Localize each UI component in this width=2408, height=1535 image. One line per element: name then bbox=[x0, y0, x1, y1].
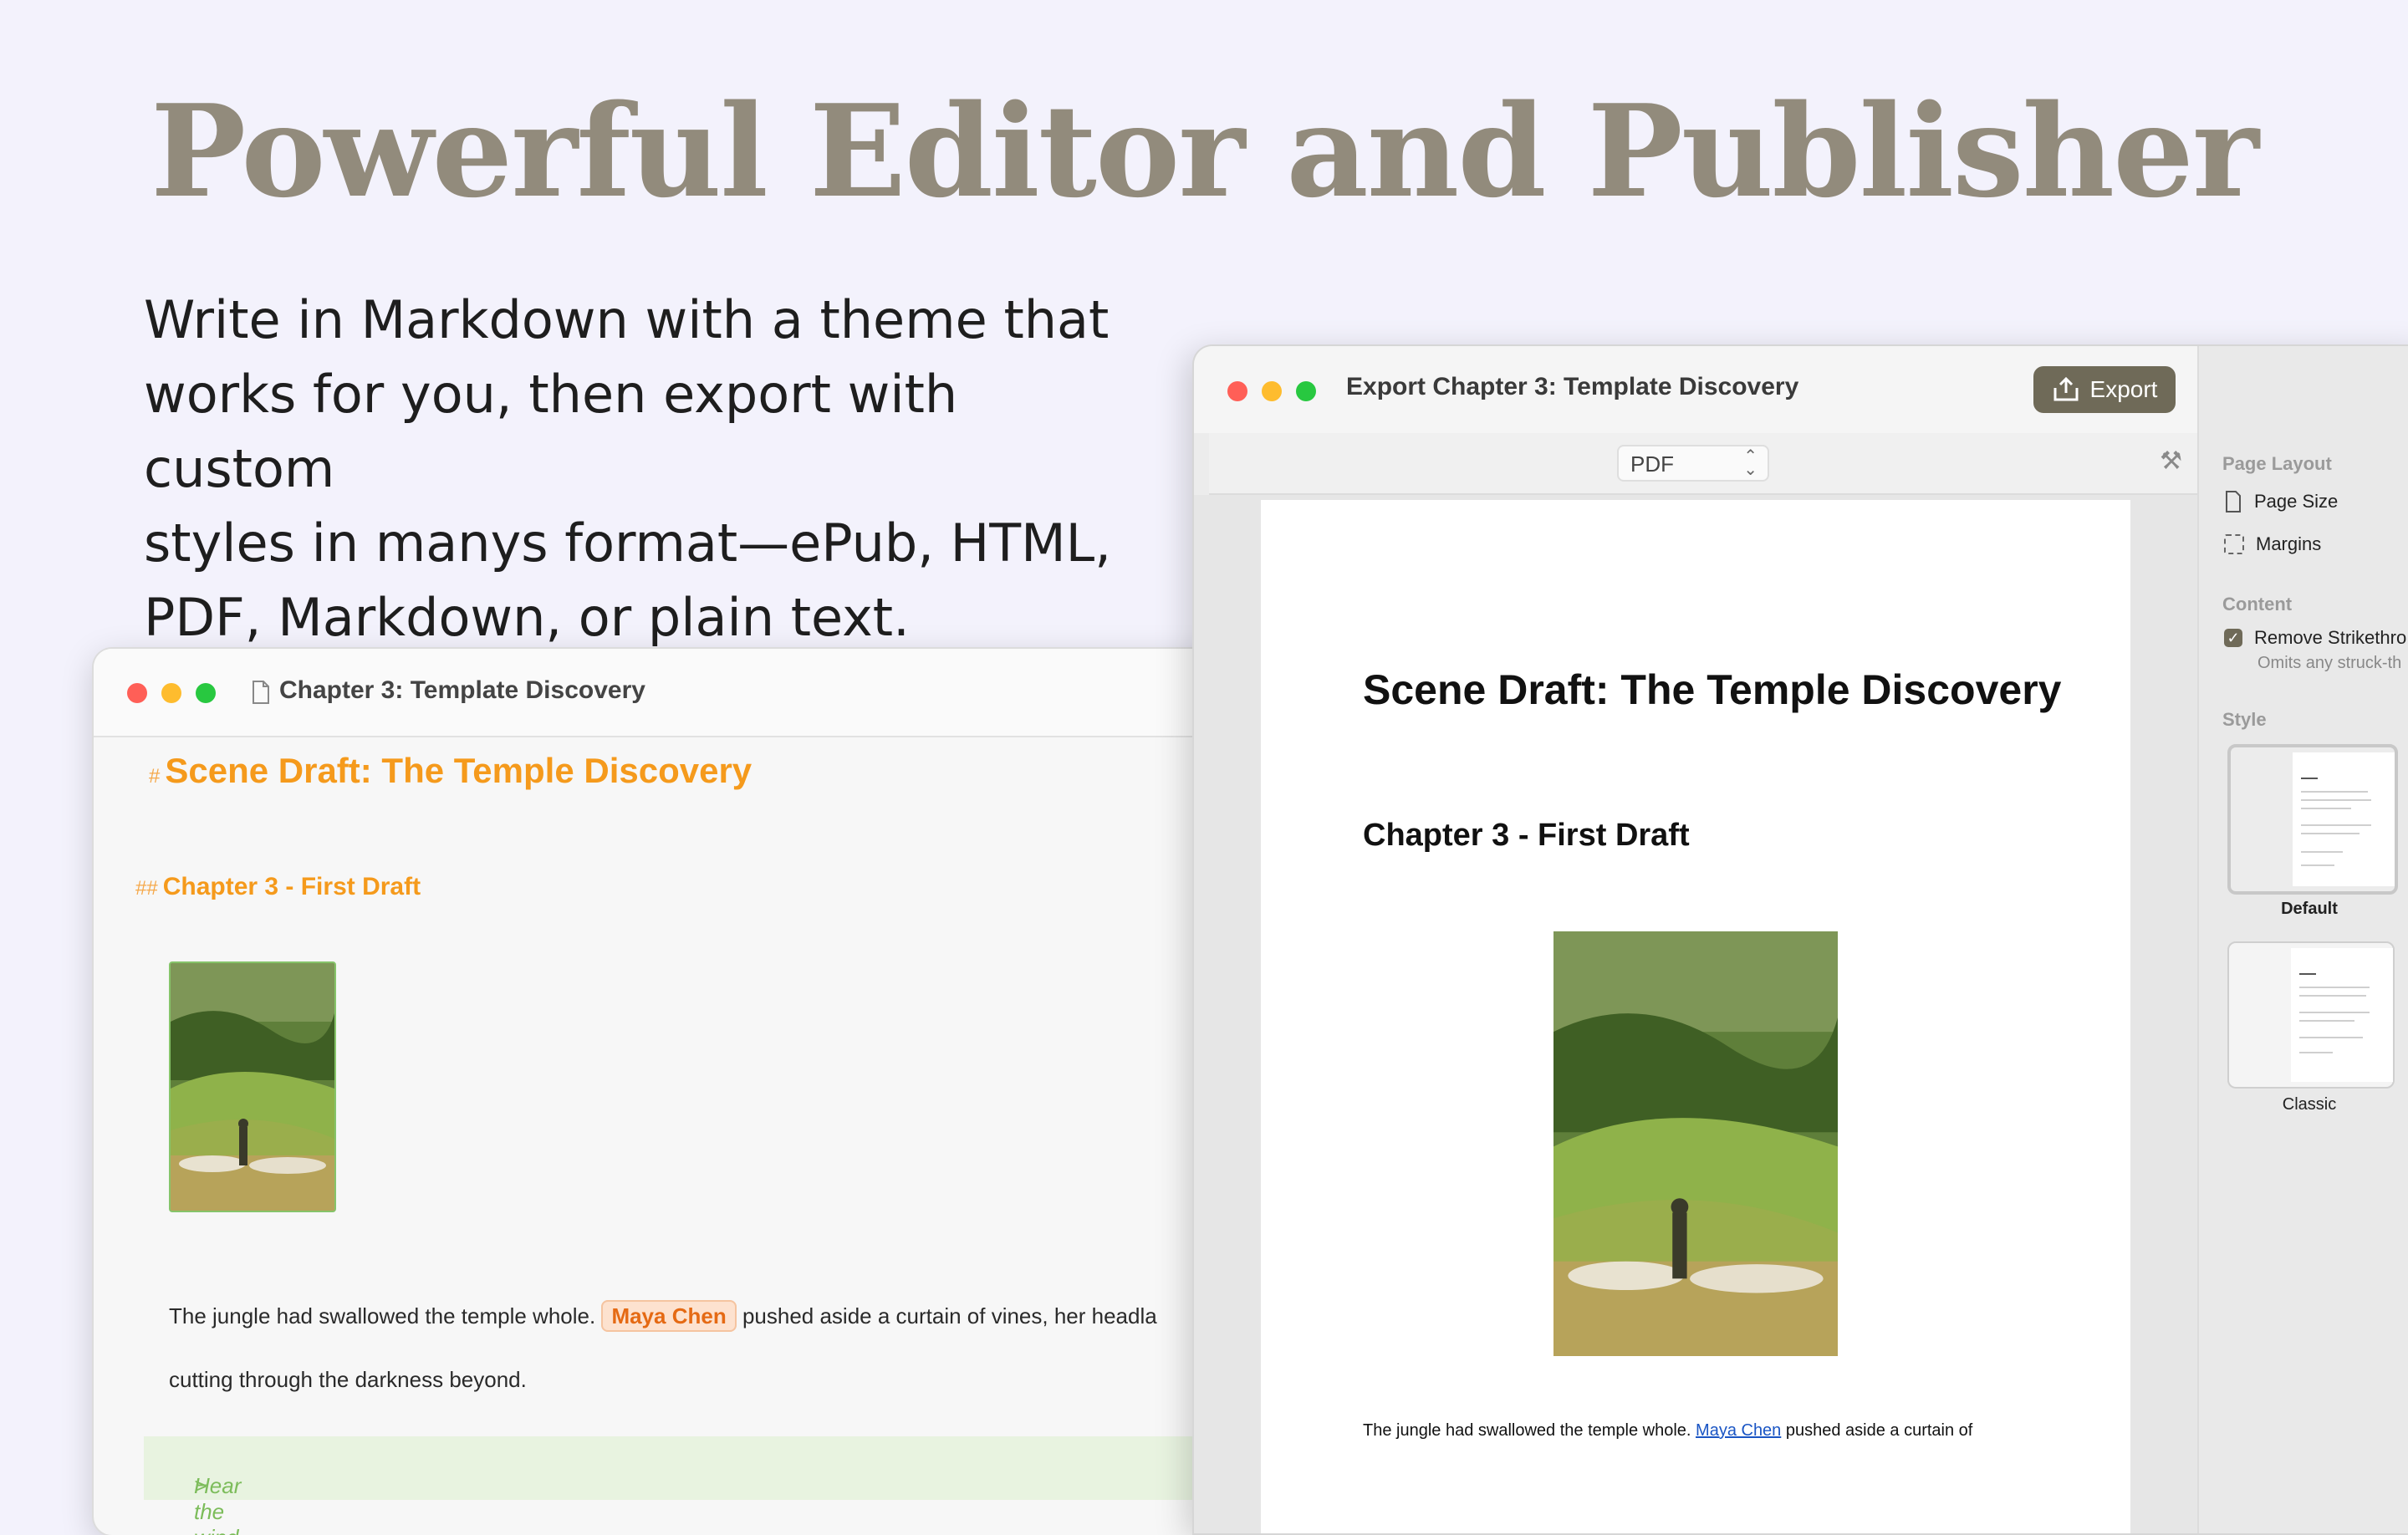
preview-heading-1: Scene Draft: The Temple Discovery bbox=[1363, 666, 2062, 713]
format-value: PDF bbox=[1630, 451, 1674, 477]
chevron-updown-icon: ⌃ ⌄ bbox=[1743, 447, 1758, 479]
format-select[interactable]: PDF ⌃ ⌄ bbox=[1617, 445, 1769, 482]
page-icon bbox=[2226, 491, 2241, 513]
page-layout-heading: Page Layout bbox=[2222, 453, 2332, 474]
editor-window-title: Chapter 3: Template Discovery bbox=[279, 676, 645, 704]
subtitle-line: Write in Markdown with a theme that bbox=[144, 289, 1110, 350]
margins-icon bbox=[2224, 534, 2244, 554]
preview-paragraph: The jungle had swallowed the temple whol… bbox=[1363, 1421, 1972, 1441]
checkbox-checked-icon[interactable]: ✓ bbox=[2224, 629, 2242, 647]
heading-text: Scene Draft: The Temple Discovery bbox=[165, 751, 752, 790]
page-size-label: Page Size bbox=[2254, 491, 2339, 512]
heading-marker: ## bbox=[135, 877, 158, 900]
style-preview-page bbox=[2293, 752, 2395, 886]
paragraph-line: The jungle had swallowed the temple whol… bbox=[169, 1284, 1157, 1348]
subtitle-line: styles in manys format—ePub, HTML, bbox=[144, 513, 1111, 574]
editor-image[interactable] bbox=[169, 961, 336, 1212]
export-toolbar: PDF ⌃ ⌄ ⚒ bbox=[1209, 433, 2197, 495]
landscape-image bbox=[171, 963, 334, 1211]
zoom-button[interactable] bbox=[196, 683, 216, 703]
remove-strikethrough-description: Omits any struck-th bbox=[2258, 654, 2402, 672]
heading-text: Chapter 3 - First Draft bbox=[162, 873, 421, 900]
style-thumbnail-default[interactable] bbox=[2227, 744, 2398, 895]
hammer-icon[interactable]: ⚒ bbox=[2160, 446, 2182, 476]
margins-label: Margins bbox=[2256, 533, 2322, 554]
style-label-classic: Classic bbox=[2282, 1095, 2337, 1114]
preview-area: Scene Draft: The Temple Discovery Chapte… bbox=[1194, 495, 2197, 1533]
minimize-button[interactable] bbox=[161, 683, 181, 703]
preview-image bbox=[1553, 931, 1838, 1356]
blockquote[interactable]: > Hear the wind hoel bbox=[144, 1436, 1264, 1535]
document-icon bbox=[253, 681, 269, 704]
markdown-heading-2[interactable]: ## Chapter 3 - First Draft bbox=[135, 873, 421, 901]
zoom-button[interactable] bbox=[1296, 381, 1316, 401]
editor-window: Chapter 3: Template Discovery # Scene Dra… bbox=[94, 649, 1264, 1535]
blockquote-text: > Hear the wind hoel bbox=[169, 1455, 241, 1535]
subtitle: Write in Markdown with a theme that work… bbox=[144, 283, 1147, 655]
remove-strikethrough-label: Remove Strikethro bbox=[2254, 627, 2407, 648]
style-thumbnail-classic[interactable] bbox=[2227, 941, 2395, 1089]
paragraph-text: pushed aside a curtain of vines, her hea… bbox=[742, 1303, 1157, 1328]
preview-page: Scene Draft: The Temple Discovery Chapte… bbox=[1261, 500, 2130, 1533]
export-titlebar: Export Chapter 3: Template Discovery Exp… bbox=[1194, 346, 2197, 433]
export-window: Export Chapter 3: Template Discovery Exp… bbox=[1194, 346, 2408, 1533]
quote-text: Hear the wind hoel bbox=[194, 1473, 242, 1535]
subtitle-line: PDF, Markdown, or plain text. bbox=[144, 587, 910, 648]
paragraph-text: The jungle had swallowed the temple whol… bbox=[1363, 1421, 1691, 1440]
window-controls bbox=[127, 683, 216, 703]
paragraph-text: pushed aside a curtain of bbox=[1785, 1421, 1973, 1440]
share-icon bbox=[2053, 376, 2079, 401]
close-button[interactable] bbox=[1227, 381, 1247, 401]
landscape-image bbox=[1553, 931, 1838, 1356]
editor-titlebar: Chapter 3: Template Discovery bbox=[94, 649, 1264, 737]
export-button-label: Export bbox=[2089, 376, 2158, 402]
editor-paragraph[interactable]: The jungle had swallowed the temple whol… bbox=[169, 1284, 1157, 1411]
export-sidebar: Page Layout Page Size Margins Content ✓ … bbox=[2197, 346, 2408, 1533]
style-preview-page bbox=[2291, 948, 2393, 1082]
subtitle-line: works for you, then export with custom bbox=[144, 364, 958, 499]
remove-strikethrough-option[interactable]: ✓ Remove Strikethro bbox=[2224, 627, 2406, 649]
mention-chip[interactable]: Maya Chen bbox=[601, 1300, 737, 1332]
preview-heading-2: Chapter 3 - First Draft bbox=[1363, 818, 1690, 853]
export-window-title: Export Chapter 3: Template Discovery bbox=[1346, 373, 1799, 400]
preview-link[interactable]: Maya Chen bbox=[1696, 1421, 1781, 1440]
style-label-default: Default bbox=[2281, 900, 2338, 918]
margins-item[interactable]: Margins bbox=[2224, 533, 2321, 555]
minimize-button[interactable] bbox=[1262, 381, 1282, 401]
paragraph-line: cutting through the darkness beyond. bbox=[169, 1367, 527, 1392]
close-button[interactable] bbox=[127, 683, 147, 703]
page-headline: Powerful Editor and Publisher bbox=[150, 76, 2259, 226]
window-controls bbox=[1227, 381, 1316, 401]
export-button[interactable]: Export bbox=[2033, 366, 2176, 413]
heading-marker: # bbox=[149, 765, 161, 788]
markdown-heading-1[interactable]: # Scene Draft: The Temple Discovery bbox=[149, 751, 752, 791]
content-heading: Content bbox=[2222, 594, 2293, 615]
style-heading: Style bbox=[2222, 709, 2267, 730]
page-size-item[interactable]: Page Size bbox=[2224, 490, 2338, 513]
paragraph-text: The jungle had swallowed the temple whol… bbox=[169, 1303, 596, 1328]
